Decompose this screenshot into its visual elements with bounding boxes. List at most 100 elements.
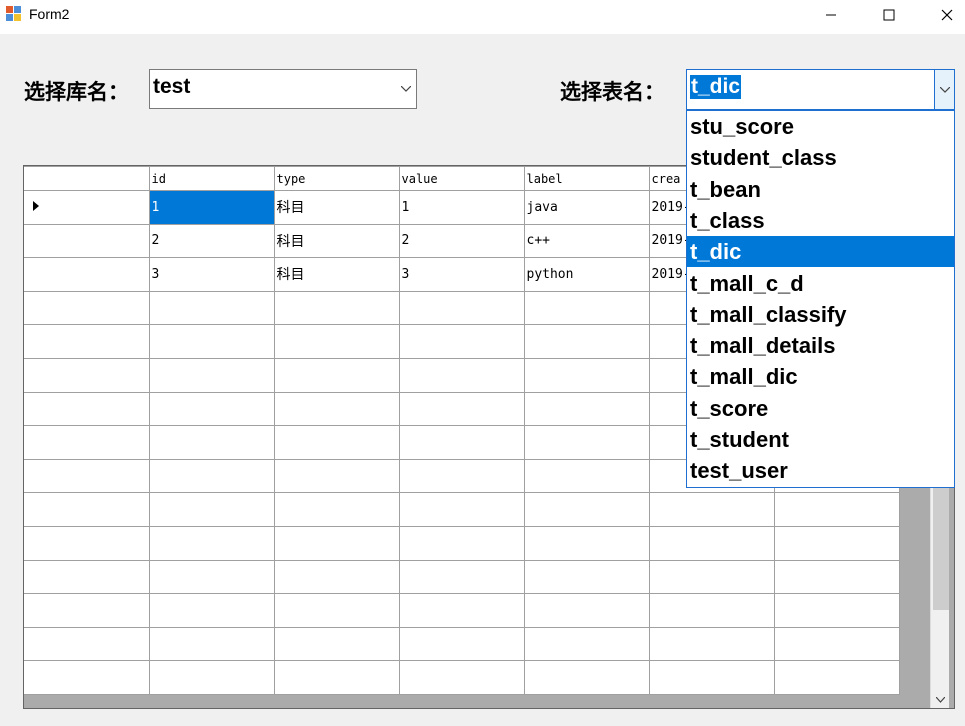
table-dropdown-arrow[interactable] [934, 70, 954, 109]
grid-cell[interactable] [773, 492, 900, 527]
row-header[interactable] [24, 223, 150, 259]
grid-cell[interactable] [523, 525, 650, 561]
grid-cell[interactable] [148, 660, 275, 695]
grid-cell[interactable] [523, 425, 650, 460]
row-header[interactable] [24, 190, 150, 225]
grid-cell[interactable] [148, 525, 275, 561]
grid-cell[interactable] [398, 425, 525, 460]
grid-cell[interactable] [273, 626, 400, 662]
grid-cell[interactable] [398, 660, 525, 695]
minimize-button[interactable] [808, 0, 854, 30]
table-row[interactable] [24, 593, 900, 628]
grid-cell[interactable] [398, 525, 525, 561]
table-name-combobox[interactable]: t_dic [686, 69, 955, 110]
grid-cell[interactable] [148, 357, 275, 393]
table-row[interactable] [24, 559, 900, 595]
grid-cell[interactable] [273, 559, 400, 595]
row-header[interactable] [24, 425, 150, 460]
grid-cell[interactable] [773, 626, 900, 662]
grid-cell[interactable] [773, 660, 900, 695]
db-name-combobox[interactable]: test [149, 69, 417, 109]
dropdown-option[interactable]: t_student [687, 424, 954, 455]
grid-cell[interactable]: c++ [523, 223, 650, 259]
grid-cell[interactable]: python [523, 257, 650, 292]
grid-cell[interactable] [148, 324, 275, 359]
grid-cell[interactable]: 2 [398, 223, 525, 259]
grid-cell[interactable]: java [523, 190, 650, 225]
grid-cell[interactable] [648, 492, 775, 527]
grid-cell[interactable] [273, 391, 400, 427]
grid-cell[interactable]: 1 [398, 190, 525, 225]
grid-cell[interactable] [273, 290, 400, 326]
grid-cell[interactable] [148, 626, 275, 662]
dropdown-option[interactable]: t_mall_details [687, 330, 954, 361]
table-row[interactable] [24, 525, 900, 561]
row-header[interactable] [24, 458, 150, 494]
grid-cell[interactable] [398, 290, 525, 326]
grid-cell[interactable] [148, 593, 275, 628]
grid-cell[interactable] [648, 559, 775, 595]
row-header[interactable] [24, 357, 150, 393]
dropdown-option[interactable]: t_mall_c_d [687, 268, 954, 299]
grid-cell[interactable] [398, 324, 525, 359]
grid-cell[interactable]: 3 [148, 257, 275, 292]
grid-cell[interactable] [523, 593, 650, 628]
grid-cell[interactable] [523, 391, 650, 427]
dropdown-option[interactable]: t_bean [687, 174, 954, 205]
dropdown-option[interactable]: t_class [687, 205, 954, 236]
grid-cell[interactable]: 2 [148, 223, 275, 259]
grid-cell[interactable]: 科目 [273, 257, 400, 292]
table-row[interactable] [24, 492, 900, 527]
row-header[interactable] [24, 257, 150, 292]
row-header[interactable] [24, 391, 150, 427]
grid-cell[interactable] [648, 593, 775, 628]
grid-cell[interactable] [773, 559, 900, 595]
maximize-button[interactable] [866, 0, 912, 30]
grid-cell[interactable] [773, 593, 900, 628]
grid-cell[interactable] [273, 357, 400, 393]
column-header[interactable]: id [148, 166, 275, 191]
grid-cell[interactable] [148, 458, 275, 494]
dropdown-option[interactable]: student_class [687, 142, 954, 173]
row-header[interactable] [24, 492, 150, 527]
scroll-down-button[interactable] [931, 691, 950, 708]
grid-cell[interactable] [398, 492, 525, 527]
grid-cell[interactable]: 科目 [273, 223, 400, 259]
grid-cell[interactable] [523, 626, 650, 662]
grid-cell[interactable] [398, 626, 525, 662]
grid-cell[interactable] [648, 626, 775, 662]
row-header[interactable] [24, 559, 150, 595]
row-header[interactable] [24, 290, 150, 326]
dropdown-option[interactable]: t_score [687, 393, 954, 424]
grid-cell[interactable] [523, 290, 650, 326]
grid-cell[interactable]: 科目 [273, 190, 400, 225]
row-header[interactable] [24, 626, 150, 662]
grid-cell[interactable] [648, 660, 775, 695]
close-button[interactable] [924, 0, 965, 30]
grid-cell[interactable] [273, 593, 400, 628]
column-header[interactable]: type [273, 166, 400, 191]
grid-cell[interactable] [273, 660, 400, 695]
grid-cell[interactable] [273, 425, 400, 460]
row-header[interactable] [24, 593, 150, 628]
grid-cell[interactable] [398, 458, 525, 494]
row-header[interactable] [24, 324, 150, 359]
grid-cell[interactable] [273, 525, 400, 561]
row-header[interactable] [24, 660, 150, 695]
grid-cell[interactable] [148, 290, 275, 326]
grid-cell[interactable] [398, 357, 525, 393]
grid-cell[interactable] [773, 525, 900, 561]
grid-cell[interactable] [648, 525, 775, 561]
grid-cell[interactable] [523, 559, 650, 595]
grid-cell[interactable] [523, 458, 650, 494]
grid-cell[interactable] [523, 357, 650, 393]
grid-cell[interactable] [523, 660, 650, 695]
dropdown-option[interactable]: t_dic [687, 236, 954, 268]
grid-vertical-scrollbar[interactable] [930, 488, 949, 708]
grid-cell[interactable] [523, 492, 650, 527]
table-row[interactable] [24, 626, 900, 662]
grid-cell[interactable]: 3 [398, 257, 525, 292]
grid-cell[interactable] [148, 425, 275, 460]
db-dropdown-arrow[interactable] [396, 70, 416, 108]
grid-cell[interactable] [523, 324, 650, 359]
